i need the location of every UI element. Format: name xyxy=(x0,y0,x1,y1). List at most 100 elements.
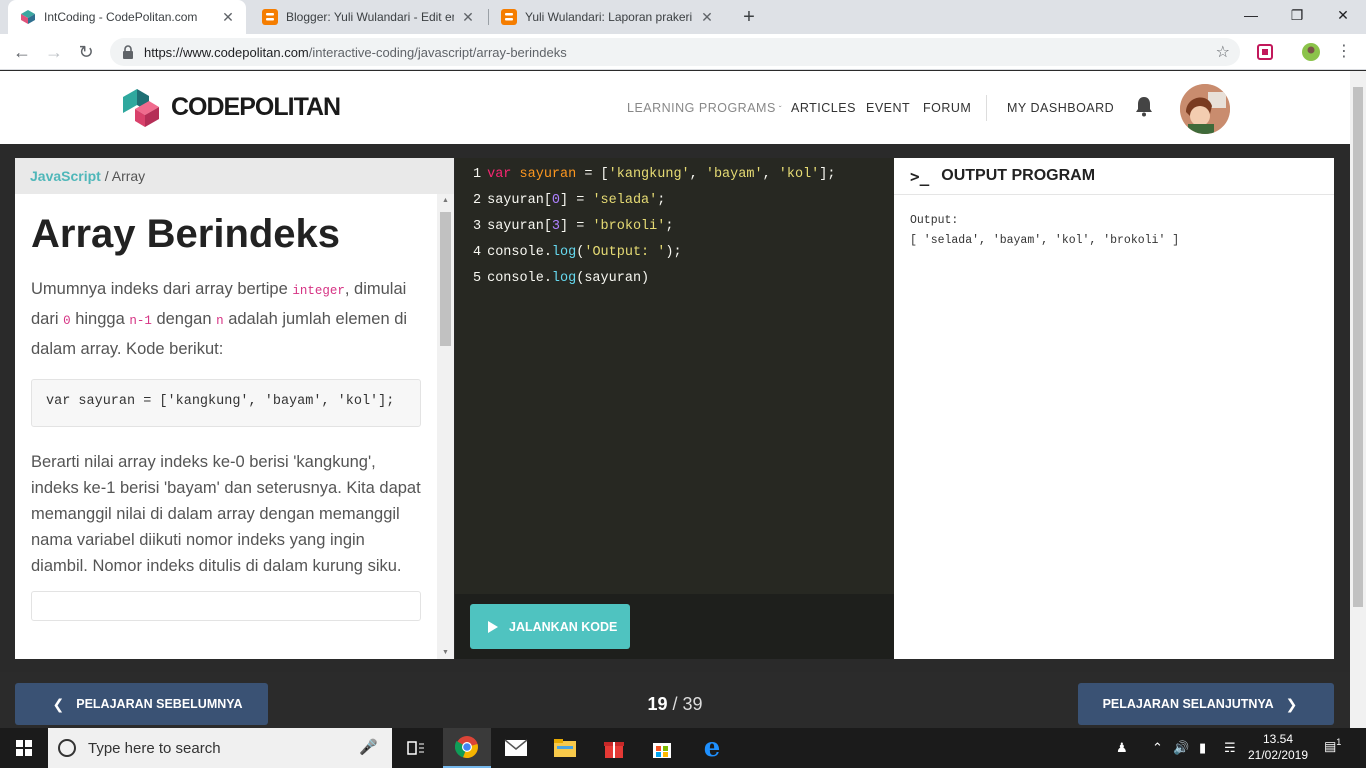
windows-taskbar: Type here to search 🎤 e ♟ ⌃ 🔊 ▮ ☴ 13.54 … xyxy=(0,728,1366,768)
tab-title: Blogger: Yuli Wulandari - Edit ent xyxy=(286,10,454,24)
code-line: 3 sayuran[3] = 'brokoli'; xyxy=(473,219,673,234)
search-placeholder: Type here to search xyxy=(88,739,221,757)
line-number: 4 xyxy=(473,245,482,260)
nav-my-dashboard[interactable]: MY DASHBOARD xyxy=(1007,101,1114,115)
code-line: 4 console.log('Output: '); xyxy=(473,245,682,260)
microphone-icon[interactable]: 🎤 xyxy=(359,738,378,756)
battery-icon[interactable]: ▮ xyxy=(1199,740,1206,756)
tab-laporan[interactable]: Yuli Wulandari: Laporan prakerin ✕ xyxy=(489,0,725,34)
nav-learning-programs[interactable]: LEARNING PROGRAMS ˇ xyxy=(627,101,782,115)
extension-shield-icon[interactable] xyxy=(1256,43,1274,61)
close-tab-icon[interactable]: ✕ xyxy=(460,9,476,26)
logo-wordmark: CODEPOLITAN xyxy=(171,93,341,122)
browser-tab-bar: IntCoding - CodePolitan.com ✕ Blogger: Y… xyxy=(0,0,1366,34)
lesson-footer: ❮ PELAJARAN SEBELUMNYA 19 / 39 PELAJARAN… xyxy=(0,672,1350,728)
tab-blogger[interactable]: Blogger: Yuli Wulandari - Edit ent ✕ xyxy=(250,0,486,34)
notification-center-icon[interactable]: ▤1 xyxy=(1324,737,1341,754)
code-sample-block-2 xyxy=(31,591,421,621)
codepolitan-logo[interactable]: CODEPOLITAN xyxy=(119,85,341,129)
token: 0 xyxy=(551,193,561,208)
new-tab-button[interactable]: + xyxy=(737,5,761,29)
task-view-icon[interactable] xyxy=(392,728,440,768)
address-bar-row: ← → ↻ https://www.codepolitan.com/intera… xyxy=(0,34,1366,70)
store-icon[interactable] xyxy=(638,728,686,768)
lesson-scrollbar[interactable]: ▲ ▼ xyxy=(437,194,454,659)
notification-count: 1 xyxy=(1336,737,1342,747)
token: ; xyxy=(665,219,674,234)
url-host: https://www.codepolitan.com xyxy=(144,44,309,60)
close-tab-icon[interactable]: ✕ xyxy=(220,9,236,26)
token: ] = xyxy=(560,219,593,234)
next-lesson-button[interactable]: PELAJARAN SELANJUTNYA ❯ xyxy=(1078,683,1334,725)
inline-code: 0 xyxy=(63,314,71,328)
profile-avatar-icon[interactable] xyxy=(1302,43,1320,61)
gift-icon[interactable] xyxy=(590,728,638,768)
nav-articles[interactable]: ARTICLES xyxy=(791,101,856,115)
token: log xyxy=(551,245,577,260)
codepolitan-logo-icon xyxy=(123,89,159,127)
tab-intcoding[interactable]: IntCoding - CodePolitan.com ✕ xyxy=(8,0,246,34)
code-editor[interactable]: 1 var sayuran = ['kangkung', 'bayam', 'ko… xyxy=(455,158,894,659)
token: (sayuran) xyxy=(576,271,650,286)
chevron-down-icon: ˇ xyxy=(778,105,782,114)
token: ; xyxy=(657,193,666,208)
minimize-button[interactable]: — xyxy=(1228,0,1274,30)
lesson-paragraph-1: Umumnya indeks dari array bertipe intege… xyxy=(31,275,421,363)
bookmark-star-icon[interactable]: ☆ xyxy=(1216,42,1230,62)
workspace: JavaScript / Array Array Berindeks Umumn… xyxy=(0,144,1350,672)
nav-forum[interactable]: FORUM xyxy=(923,101,971,115)
token: , xyxy=(689,167,706,182)
text-span: dengan xyxy=(151,310,217,328)
start-button[interactable] xyxy=(0,728,48,768)
cortana-icon xyxy=(58,739,76,757)
chevron-up-icon[interactable]: ⌃ xyxy=(1152,740,1163,756)
maximize-button[interactable]: ❐ xyxy=(1274,0,1320,30)
token: console. xyxy=(487,245,552,260)
bell-icon[interactable] xyxy=(1134,95,1154,117)
file-explorer-icon[interactable] xyxy=(541,728,589,768)
text-span: hingga xyxy=(70,310,130,328)
previous-lesson-button[interactable]: ❮ PELAJARAN SEBELUMNYA xyxy=(15,683,268,725)
forward-arrow-icon[interactable]: → xyxy=(42,40,66,64)
run-bar: JALANKAN KODE xyxy=(455,594,894,659)
token: = [ xyxy=(576,167,609,182)
scroll-up-arrow-icon[interactable]: ▲ xyxy=(437,197,454,204)
token: 3 xyxy=(551,219,561,234)
mail-icon[interactable] xyxy=(492,728,540,768)
back-arrow-icon[interactable]: ← xyxy=(10,40,34,64)
url-field[interactable]: https://www.codepolitan.com/interactive-… xyxy=(110,38,1240,66)
reload-icon[interactable]: ↻ xyxy=(74,40,98,64)
wifi-icon[interactable]: ☴ xyxy=(1224,740,1236,756)
lesson-panel: JavaScript / Array Array Berindeks Umumn… xyxy=(15,158,454,659)
close-tab-icon[interactable]: ✕ xyxy=(699,9,715,26)
code-sample-block: var sayuran = ['kangkung', 'bayam', 'kol… xyxy=(31,379,421,427)
url-path: /interactive-coding/javascript/array-ber… xyxy=(308,44,567,60)
token: 'Output: ' xyxy=(584,245,666,260)
close-window-button[interactable]: ✕ xyxy=(1320,0,1366,30)
clock-date: 21/02/2019 xyxy=(1247,748,1309,762)
token: sayuran[ xyxy=(487,193,552,208)
user-avatar[interactable] xyxy=(1180,84,1230,134)
line-number: 5 xyxy=(473,271,482,286)
chrome-taskbar-icon[interactable] xyxy=(443,728,491,768)
people-icon[interactable]: ♟ xyxy=(1116,740,1128,756)
scrollbar-thumb[interactable] xyxy=(440,212,451,346)
breadcrumb-language-link[interactable]: JavaScript xyxy=(30,168,101,184)
nav-event[interactable]: EVENT xyxy=(866,101,910,115)
code-line: 2 sayuran[0] = 'selada'; xyxy=(473,193,665,208)
output-heading-label: OUTPUT PROGRAM xyxy=(941,167,1096,184)
page-scrollbar-thumb[interactable] xyxy=(1353,87,1363,607)
page-scrollbar[interactable] xyxy=(1350,71,1366,728)
volume-icon[interactable]: 🔊 xyxy=(1173,740,1189,756)
token: console. xyxy=(487,271,552,286)
chevron-right-icon: ❯ xyxy=(1285,695,1298,712)
nav-divider xyxy=(986,95,987,121)
system-clock[interactable]: 13.54 21/02/2019 xyxy=(1246,731,1310,763)
menu-kebab-icon[interactable]: ⋮ xyxy=(1332,40,1356,64)
run-code-button[interactable]: JALANKAN KODE xyxy=(470,604,630,649)
edge-icon[interactable]: e xyxy=(688,728,736,768)
tab-title: Yuli Wulandari: Laporan prakerin xyxy=(525,10,693,24)
scroll-down-arrow-icon[interactable]: ▼ xyxy=(437,649,454,656)
breadcrumb-topic: / Array xyxy=(100,168,146,184)
taskbar-search-box[interactable]: Type here to search 🎤 xyxy=(48,728,392,768)
